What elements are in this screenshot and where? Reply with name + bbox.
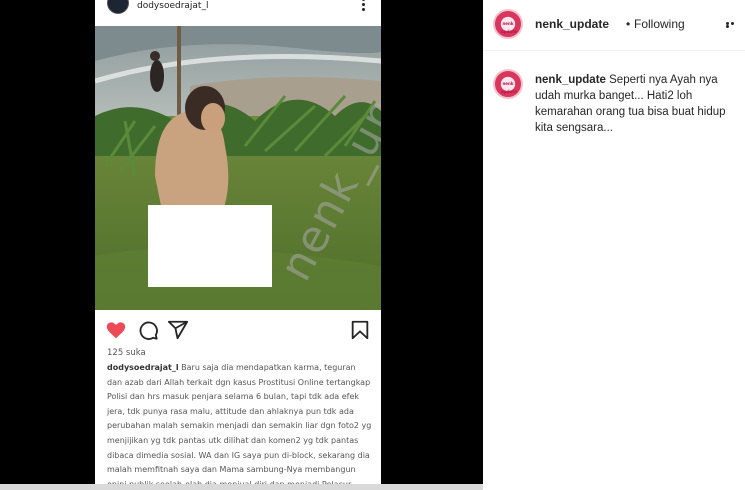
avatar[interactable]: nenk update	[493, 9, 523, 39]
embedded-username: dodysoedrajat_l	[137, 1, 209, 11]
media-scrollbar[interactable]	[0, 484, 490, 490]
caption-comment: nenk_update Seperti nya Ayah nya udah mu…	[535, 72, 735, 136]
embedded-avatar	[107, 0, 129, 14]
embedded-caption: dodysoedrajat_l Baru saja dia mendapatka…	[107, 361, 372, 490]
embedded-post-header: dodysoedrajat_l	[95, 0, 381, 26]
bookmark-icon	[351, 320, 369, 340]
share-icon	[167, 320, 189, 340]
embedded-likes-count: 125 suka	[107, 348, 146, 358]
comment-icon	[139, 321, 158, 340]
post-side-panel: nenk update nenk_update • Following nenk…	[483, 0, 745, 490]
post-image[interactable]: dodysoedrajat_l 125 suka dodysoedrajat_l…	[95, 0, 381, 490]
embedded-more-icon	[361, 0, 367, 12]
avatar-logo-text: nenk update	[501, 21, 517, 34]
comment-avatar-logo-text: nenk update	[501, 81, 517, 94]
post-media-area: dodysoedrajat_l 125 suka dodysoedrajat_l…	[0, 0, 490, 490]
embedded-action-bar	[95, 316, 381, 342]
embedded-caption-text: Baru saja dia mendapatkan karma, teguran…	[107, 363, 372, 489]
header-username-link[interactable]: nenk_update	[535, 17, 609, 31]
comment-username-link[interactable]: nenk_update	[535, 74, 606, 86]
header-separator: •	[626, 17, 631, 31]
post-header: nenk update nenk_update • Following	[483, 0, 745, 51]
following-button[interactable]: Following	[634, 17, 685, 31]
embedded-caption-username: dodysoedrajat_l	[107, 363, 179, 372]
heart-filled-icon	[106, 322, 126, 339]
embedded-photo	[95, 26, 381, 310]
censor-box	[148, 205, 272, 287]
more-options-icon[interactable]	[726, 22, 740, 28]
comment-avatar[interactable]: nenk update	[493, 69, 523, 99]
